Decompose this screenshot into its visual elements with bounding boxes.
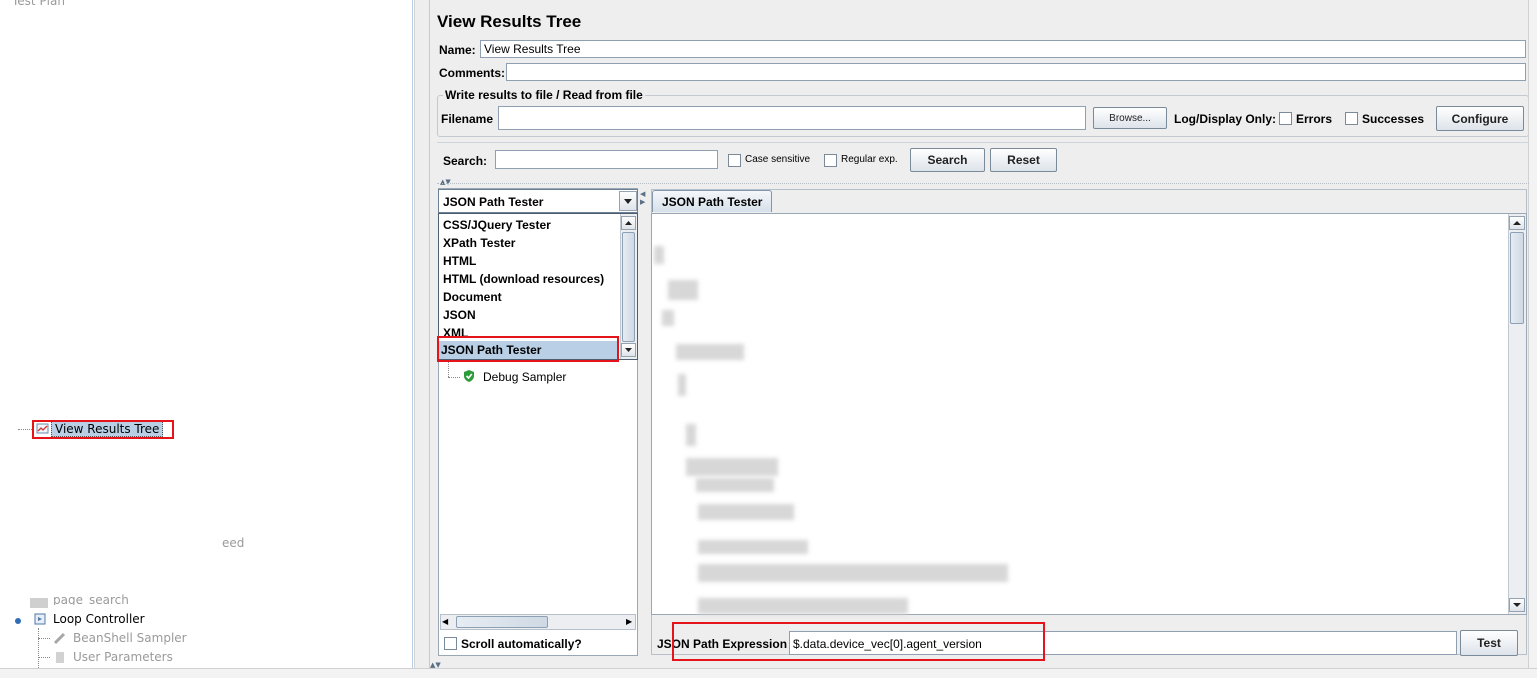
tree-connector — [38, 628, 39, 668]
errors-label: Errors — [1296, 112, 1333, 126]
panel-title: View Results Tree — [437, 12, 582, 31]
highlight-box-json-path-option — [437, 336, 619, 362]
redacted-content — [696, 478, 774, 492]
user-parameters-icon — [53, 650, 67, 664]
errors-checkbox[interactable] — [1279, 112, 1292, 125]
tree-item-user-parameters[interactable]: User Parameters — [73, 650, 173, 664]
scroll-up-button[interactable] — [1509, 216, 1525, 230]
regular-exp-checkbox[interactable] — [824, 154, 837, 167]
beanshell-sampler-icon — [53, 631, 67, 645]
log-display-label: Log/Display Only: — [1174, 112, 1277, 126]
bottom-scrollbar[interactable] — [0, 668, 1537, 678]
renderer-dropdown-button[interactable] — [619, 191, 637, 211]
scroll-down-button[interactable] — [621, 343, 636, 357]
loop-controller-icon — [33, 612, 47, 626]
renderer-option-css-jquery[interactable]: CSS/JQuery Tester — [441, 216, 551, 234]
tree-connector — [38, 638, 50, 639]
test-plan-tree-panel: Test Plan View Results Tree eed page_sea… — [0, 0, 413, 668]
comments-field[interactable] — [506, 63, 1526, 81]
successes-checkbox[interactable] — [1345, 112, 1358, 125]
renderer-option-document[interactable]: Document — [441, 288, 502, 306]
redacted-content — [698, 564, 1008, 582]
scroll-auto-label: Scroll automatically? — [461, 637, 582, 651]
configure-button[interactable]: Configure — [1436, 106, 1524, 131]
redacted-content — [654, 246, 664, 264]
renderer-option-html-download[interactable]: HTML (download resources) — [441, 270, 604, 288]
split-pane-divider[interactable] — [414, 0, 430, 668]
redacted-content — [676, 344, 744, 360]
scroll-thumb[interactable] — [622, 232, 635, 342]
redacted-content — [686, 424, 696, 446]
highlight-box-tree-item — [32, 420, 174, 439]
tree-item-loop-controller[interactable]: Loop Controller — [53, 612, 145, 626]
scroll-thumb[interactable] — [1510, 232, 1524, 324]
response-text-area[interactable] — [651, 213, 1527, 615]
reset-button[interactable]: Reset — [990, 148, 1057, 172]
tab-json-path-tester[interactable]: JSON Path Tester — [652, 190, 772, 212]
scroll-down-button[interactable] — [1509, 598, 1525, 612]
renderer-selected-label: JSON Path Tester — [443, 195, 544, 209]
faded-tree-text: eed — [222, 536, 245, 550]
renderer-option-json[interactable]: JSON — [441, 306, 476, 324]
tree-item-beanshell-sampler[interactable]: BeanShell Sampler — [73, 631, 187, 645]
redacted-content — [678, 374, 686, 396]
tree-connector — [18, 429, 32, 430]
scroll-right-icon[interactable]: ▶ — [626, 617, 632, 626]
filename-label: Filename — [441, 112, 494, 126]
case-sensitive-label: Case sensitive — [745, 154, 811, 165]
search-button[interactable]: Search — [910, 148, 985, 172]
hscroll-thumb[interactable] — [456, 616, 548, 628]
name-field[interactable]: View Results Tree — [480, 40, 1526, 58]
redacted-content — [686, 458, 778, 476]
scroll-left-icon[interactable]: ◀ — [442, 617, 448, 626]
tree-connector — [38, 657, 50, 658]
name-label: Name: — [439, 43, 476, 57]
tree-connector — [448, 362, 449, 377]
tree-item-debug-sampler[interactable]: Debug Sampler — [483, 370, 566, 384]
split-arrows-icon[interactable]: ◀ ▶ — [640, 190, 645, 206]
search-input[interactable] — [495, 150, 718, 169]
renderer-select[interactable]: JSON Path Tester — [438, 189, 638, 213]
redacted-content — [698, 598, 908, 614]
write-results-legend: Write results to file / Read from file — [443, 88, 645, 102]
view-results-tree-panel: View Results Tree Name: View Results Tre… — [430, 0, 1537, 669]
renderer-option-xpath[interactable]: XPath Tester — [441, 234, 515, 252]
tree-root-label[interactable]: Test Plan — [12, 0, 65, 8]
success-shield-icon — [462, 369, 476, 383]
regular-exp-label: Regular exp. — [841, 154, 898, 165]
tree-item-page-search[interactable]: page_search — [53, 593, 129, 605]
search-label: Search: — [443, 154, 488, 168]
browse-button[interactable]: Browse... — [1093, 107, 1167, 129]
test-button[interactable]: Test — [1460, 630, 1518, 656]
renderer-option-html[interactable]: HTML — [441, 252, 476, 270]
comments-label: Comments: — [439, 66, 506, 80]
divider — [437, 142, 1529, 143]
tab-label: JSON Path Tester — [662, 195, 763, 209]
redacted-content — [662, 310, 674, 326]
highlight-box-json-path-expression — [672, 622, 1045, 661]
redacted-content — [698, 540, 808, 554]
case-sensitive-checkbox[interactable] — [728, 154, 741, 167]
filename-input[interactable] — [498, 106, 1086, 130]
outer-scrollbar[interactable] — [1528, 0, 1537, 668]
redacted-content — [698, 504, 794, 520]
split-divider[interactable] — [437, 183, 1529, 187]
scroll-auto-checkbox[interactable] — [444, 637, 457, 650]
successes-label: Successes — [1362, 112, 1425, 126]
tree-connector — [448, 377, 460, 378]
scroll-up-button[interactable] — [621, 216, 636, 230]
tree-expand-icon[interactable] — [14, 614, 22, 624]
redacted-content — [668, 280, 698, 300]
page-search-icon — [30, 598, 48, 608]
tree-hscrollbar[interactable]: ◀ ▶ — [440, 614, 636, 630]
